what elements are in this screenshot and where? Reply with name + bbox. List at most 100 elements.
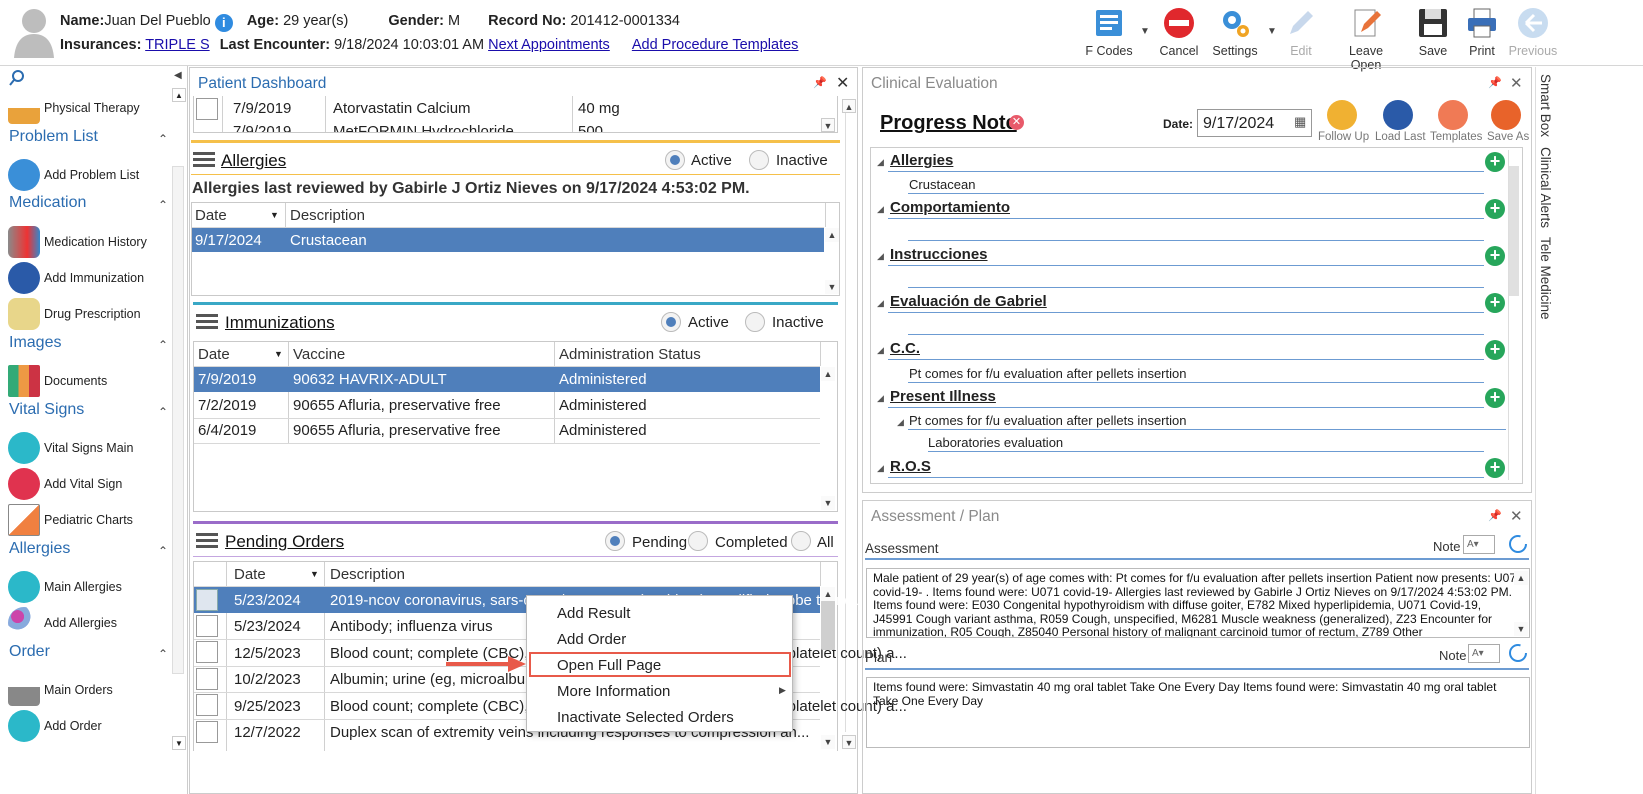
plan-note-dropdown[interactable]: A▾ — [1468, 644, 1500, 663]
collapse-sidebar-icon[interactable]: ◀ — [174, 70, 182, 81]
sort-dropdown-icon[interactable]: ▼ — [270, 210, 279, 220]
medication-row-checkbox[interactable] — [196, 98, 218, 120]
add-procedure-templates-link[interactable]: Add Procedure Templates — [632, 37, 799, 53]
section-comportamiento[interactable]: Comportamiento — [890, 199, 1010, 216]
sidebar-item-main-allergies[interactable]: Main Allergies — [8, 571, 122, 603]
assessment-scroll-down-icon[interactable]: ▼ — [1514, 622, 1528, 636]
expand-icon[interactable]: ◢ — [877, 157, 884, 168]
sidebar-item-add-immunization[interactable]: Add Immunization — [8, 262, 144, 294]
search-icon[interactable] — [8, 69, 26, 87]
section-instrucciones[interactable]: Instrucciones — [890, 246, 988, 263]
order-row-checkbox[interactable] — [196, 694, 218, 716]
add-present-illness-icon[interactable]: + — [1485, 388, 1505, 408]
sort-dropdown-icon[interactable]: ▼ — [274, 349, 283, 359]
immunizations-menu-icon[interactable] — [196, 314, 218, 330]
sidebar-item-add-vital-sign[interactable]: Add Vital Sign — [8, 468, 122, 500]
refresh-icon[interactable] — [1507, 533, 1529, 555]
expand-icon[interactable]: ◢ — [877, 298, 884, 309]
follow-up-label[interactable]: Follow Up — [1318, 131, 1369, 143]
sidebar-scrollbar[interactable] — [172, 166, 184, 674]
immunizations-col-status[interactable]: Administration Status — [559, 346, 701, 363]
add-ros-icon[interactable]: + — [1485, 458, 1505, 478]
previous-button[interactable]: Previous — [1502, 6, 1564, 58]
medication-chevron-up-icon[interactable]: ⌃ — [158, 198, 168, 212]
pin-icon[interactable]: 📌 — [813, 76, 827, 89]
menu-item-add-order[interactable]: Add Order — [557, 631, 626, 648]
allergies-row[interactable]: 9/17/2024 Crustacean — [192, 228, 824, 252]
order-row-checkbox[interactable] — [196, 668, 218, 690]
orders-scroll-thumb[interactable] — [821, 600, 835, 650]
close-dashboard-icon[interactable]: ✕ — [836, 73, 849, 93]
section-vital-signs[interactable]: Vital Signs — [9, 401, 84, 419]
sidebar-item-physical-therapy[interactable]: Physical Therapy — [8, 92, 140, 124]
orders-completed-radio[interactable] — [688, 531, 708, 551]
expand-icon[interactable]: ◢ — [877, 463, 884, 474]
allergies-chevron-up-icon[interactable]: ⌃ — [158, 544, 168, 558]
immunizations-scroll-up-icon[interactable]: ▲ — [821, 367, 835, 381]
cancel-button[interactable]: Cancel — [1148, 6, 1210, 58]
problem-list-chevron-up-icon[interactable]: ⌃ — [158, 132, 168, 146]
tab-clinical-alerts[interactable]: Clinical Alerts — [1538, 147, 1553, 228]
sidebar-item-add-allergies[interactable]: Add Allergies — [8, 607, 117, 639]
pin-icon[interactable]: 📌 — [1488, 76, 1502, 89]
allergies-menu-icon[interactable] — [193, 152, 215, 168]
order-row-checkbox[interactable] — [196, 641, 218, 663]
orders-menu-icon[interactable] — [196, 533, 218, 549]
remove-note-icon[interactable]: ✕ — [1009, 115, 1024, 130]
expand-icon[interactable]: ◢ — [877, 393, 884, 404]
medication-scroll-down-icon[interactable]: ▼ — [821, 118, 835, 132]
sidebar-item-main-orders[interactable]: Main Orders — [8, 674, 113, 706]
note-scroll-thumb[interactable] — [1509, 166, 1519, 296]
close-assessment-icon[interactable]: ✕ — [1510, 507, 1523, 525]
sidebar-scroll-down-icon[interactable]: ▼ — [172, 736, 186, 750]
section-problem-list[interactable]: Problem List — [9, 128, 98, 146]
tab-tele-medicine[interactable]: Tele Medicine — [1538, 237, 1553, 320]
sidebar-item-documents[interactable]: Documents — [8, 365, 107, 397]
templates-label[interactable]: Templates — [1430, 131, 1482, 143]
menu-item-open-full-page[interactable]: Open Full Page — [557, 657, 661, 674]
vital-signs-chevron-up-icon[interactable]: ⌃ — [158, 405, 168, 419]
allergies-scroll-up-icon[interactable]: ▲ — [825, 228, 839, 242]
allergies-title[interactable]: Allergies — [221, 151, 286, 171]
expand-icon[interactable]: ◢ — [877, 345, 884, 356]
section-images[interactable]: Images — [9, 334, 61, 352]
immunizations-title[interactable]: Immunizations — [225, 313, 335, 333]
dashboard-scrollbar[interactable] — [845, 100, 856, 732]
orders-all-radio[interactable] — [791, 531, 811, 551]
date-picker[interactable]: 9/17/2024 ▦ — [1197, 109, 1312, 137]
menu-item-inactivate-selected-orders[interactable]: Inactivate Selected Orders — [557, 709, 734, 726]
orders-col-desc[interactable]: Description — [330, 566, 405, 583]
menu-item-more-information[interactable]: More Information — [557, 683, 670, 700]
immunizations-col-vaccine[interactable]: Vaccine — [293, 346, 345, 363]
orders-col-date[interactable]: Date — [234, 566, 266, 583]
add-comportamiento-icon[interactable]: + — [1485, 199, 1505, 219]
next-appointments-link[interactable]: Next Appointments — [488, 37, 610, 53]
order-row-checkbox[interactable] — [196, 589, 218, 611]
sidebar-scroll-up-icon[interactable]: ▲ — [172, 88, 186, 102]
plan-textarea[interactable]: Items found were: Simvastatin 40 mg oral… — [866, 677, 1530, 748]
sidebar-item-add-problem-list[interactable]: Add Problem List — [8, 159, 139, 191]
section-allergies[interactable]: Allergies — [890, 152, 953, 169]
section-evaluacion[interactable]: Evaluación de Gabriel — [890, 293, 1047, 310]
settings-button[interactable]: Settings — [1204, 6, 1266, 58]
save-as-label[interactable]: Save As — [1487, 131, 1529, 143]
dashboard-scroll-down-icon[interactable]: ▼ — [842, 735, 856, 749]
follow-up-icon[interactable] — [1327, 100, 1357, 130]
orders-scroll-down-icon[interactable]: ▼ — [821, 735, 835, 749]
save-as-icon[interactable] — [1491, 100, 1521, 130]
insurance-link[interactable]: TRIPLE S — [145, 37, 209, 53]
edit-button[interactable]: Edit — [1270, 6, 1332, 58]
tab-smart-box[interactable]: Smart Box — [1538, 74, 1553, 137]
immunizations-inactive-radio[interactable] — [745, 312, 765, 332]
fcodes-button[interactable]: F Codes — [1078, 6, 1140, 58]
pending-orders-title[interactable]: Pending Orders — [225, 532, 344, 552]
add-evaluacion-icon[interactable]: + — [1485, 293, 1505, 313]
section-ros[interactable]: R.O.S — [890, 458, 931, 475]
add-allergies-icon[interactable]: + — [1485, 152, 1505, 172]
sidebar-item-drug-prescription[interactable]: Drug Prescription — [8, 298, 141, 330]
order-chevron-up-icon[interactable]: ⌃ — [158, 647, 168, 661]
immunizations-active-radio[interactable] — [661, 312, 681, 332]
leave-open-button[interactable]: Leave Open — [1335, 6, 1397, 72]
allergies-active-radio[interactable] — [665, 150, 685, 170]
load-last-label[interactable]: Load Last — [1375, 131, 1426, 143]
